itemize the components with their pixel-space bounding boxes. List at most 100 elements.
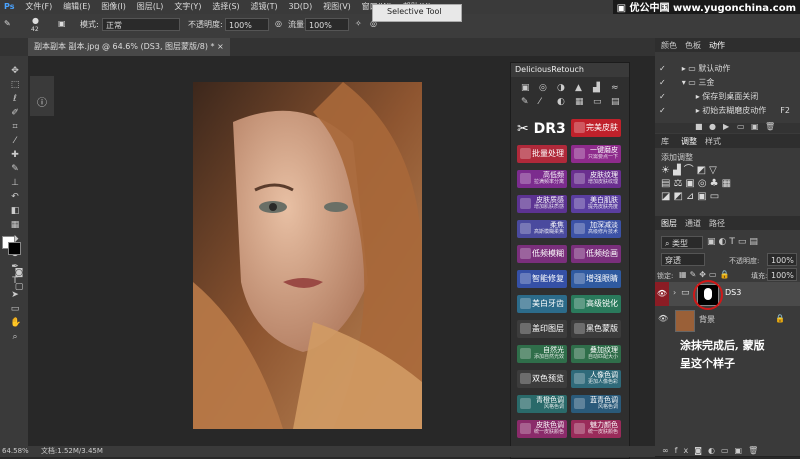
hue-icon[interactable]: ▤	[661, 178, 673, 189]
filter-type-icon[interactable]: T	[729, 237, 738, 247]
brush-panel-icon[interactable]: ▣	[58, 19, 66, 28]
menu-select[interactable]: 选择(S)	[208, 0, 243, 14]
retouch-button[interactable]: 低频绘画	[571, 245, 621, 263]
blend-mode-select[interactable]: 穿透	[661, 253, 705, 266]
add-mask-icon[interactable]: ◙	[694, 446, 708, 455]
menu-filter[interactable]: 滤镜(T)	[247, 0, 282, 14]
lasso-tool-icon[interactable]: ℓ	[10, 94, 20, 104]
crop-tool-icon[interactable]: ⌗	[10, 122, 20, 132]
hand-tool-icon[interactable]: ✋	[10, 318, 21, 328]
retouch-button[interactable]: 蓝青色调 风格色调	[571, 395, 621, 413]
play-icon[interactable]: ▶	[723, 122, 729, 131]
wave-icon[interactable]: ≈	[611, 83, 619, 93]
selective-color-icon[interactable]: ▣	[697, 191, 709, 202]
levels-icon[interactable]: ▲	[575, 83, 582, 93]
retouch-button[interactable]: 青橙色调 风格色调	[517, 395, 567, 413]
tab-styles[interactable]: 样式	[705, 136, 721, 147]
gradient-icon[interactable]: ▦	[575, 97, 584, 107]
new-layer-icon[interactable]: ▣	[735, 446, 749, 455]
photo-filter-icon[interactable]: ◎	[698, 178, 710, 189]
action-row[interactable]: ✓ ▸ ▭ 默认动作	[655, 62, 800, 76]
quick-select-tool-icon[interactable]: ✐	[10, 108, 20, 118]
filter-adjust-icon[interactable]: ◐	[719, 237, 730, 247]
link-layers-icon[interactable]: ∞	[662, 446, 675, 455]
delete-action-icon[interactable]: 🗑	[765, 122, 775, 131]
fill-input[interactable]: 100%	[767, 268, 797, 281]
adjust-layer-icon[interactable]: ◐	[708, 446, 721, 455]
screen-mode-icon[interactable]: ▢	[14, 282, 24, 292]
tab-swatches[interactable]: 色板	[685, 40, 701, 51]
blend-icon[interactable]: ◐	[557, 97, 565, 107]
zoom-level[interactable]: 64.58%	[2, 447, 29, 455]
layer-row-group[interactable]: 👁 › ▭ DS3	[655, 280, 800, 310]
retouch-button[interactable]: 叠加纹理 自动匹配大小	[571, 345, 621, 363]
tab-color[interactable]: 颜色	[661, 40, 677, 51]
stamp-tool-icon[interactable]: ⊥	[10, 178, 20, 188]
histogram-icon[interactable]: ▟	[593, 83, 600, 93]
quick-mask-icon[interactable]: ◙	[14, 268, 24, 278]
gradient-tool-icon[interactable]: ▦	[10, 220, 20, 230]
brush-tool-icon[interactable]: ✎	[10, 164, 20, 174]
menu-layer[interactable]: 图层(L)	[133, 0, 168, 14]
visibility-eye-icon[interactable]: 👁	[655, 282, 669, 306]
layer-row-background[interactable]: 👁 背景 🔒	[655, 308, 800, 332]
healing-tool-icon[interactable]: ✚	[10, 150, 20, 160]
brightness-icon[interactable]: ☀	[661, 165, 673, 176]
retouch-button[interactable]: 高低频 拉满频率分离	[517, 170, 567, 188]
tab-library[interactable]: 库	[661, 136, 669, 147]
menu-file[interactable]: 文件(F)	[21, 0, 56, 14]
record-icon[interactable]: ●	[709, 122, 716, 131]
retouch-button[interactable]: 双色预览	[517, 370, 567, 388]
tab-layers[interactable]: 图层	[661, 218, 677, 229]
tab-paths[interactable]: 路径	[709, 218, 725, 229]
mode-select[interactable]: 正常	[102, 18, 180, 31]
new-action-icon[interactable]: ▣	[751, 122, 759, 131]
selective-tool-dialog[interactable]: Selective Tool	[372, 4, 462, 22]
action-row[interactable]: ✓ ▸ 初始去糊磨皮动作 F2	[655, 104, 800, 118]
lock-pixels-icon[interactable]: ▦	[679, 270, 690, 279]
retouch-button[interactable]: 美白肌肤 提亮皮肤亮度	[571, 195, 621, 213]
eraser-tool-icon[interactable]: ◧	[10, 206, 20, 216]
filter-pixel-icon[interactable]: ▣	[707, 237, 719, 247]
retouch-button[interactable]: 自然光 添加自然光效	[517, 345, 567, 363]
lock-all-icon[interactable]: 🔒	[720, 270, 733, 279]
background-color-swatch[interactable]	[8, 242, 21, 255]
tab-channels[interactable]: 通道	[685, 218, 701, 229]
filter-shape-icon[interactable]: ▭	[738, 237, 750, 247]
menu-type[interactable]: 文字(Y)	[170, 0, 205, 14]
delete-layer-icon[interactable]: 🗑	[748, 446, 764, 455]
pressure-opacity-icon[interactable]: ◎	[275, 19, 282, 28]
menu-image[interactable]: 图像(I)	[97, 0, 130, 14]
select-icon[interactable]: ▣	[521, 83, 530, 93]
opacity-input[interactable]: 100%	[225, 18, 269, 31]
curves-icon[interactable]: ⌒	[684, 165, 697, 176]
action-check-icon[interactable]: ✓	[659, 78, 666, 87]
document-tab[interactable]: 副本副本 副本.jpg @ 64.6% (DS3, 图层蒙版/8) * ×	[28, 38, 230, 56]
contrast-icon[interactable]: ◑	[557, 83, 565, 93]
new-group-icon[interactable]: ▭	[721, 446, 735, 455]
stop-icon[interactable]: ■	[695, 122, 703, 131]
pen-icon[interactable]: ✎	[521, 97, 529, 107]
retouch-button[interactable]: 美白牙齿	[517, 295, 567, 313]
group-expand-icon[interactable]: ›	[673, 288, 676, 297]
filter-smart-icon[interactable]: ▤	[749, 237, 761, 247]
vibrance-icon[interactable]: ▽	[709, 165, 720, 176]
retouch-button[interactable]: 盖印图层	[517, 320, 567, 338]
retouch-button[interactable]: 人像色调 更加人像色彩	[571, 370, 621, 388]
lock-paint-icon[interactable]: ✎	[690, 270, 700, 279]
move-tool-icon[interactable]: ✥	[10, 66, 20, 76]
gradient-map-icon[interactable]: ▭	[710, 191, 722, 202]
tab-actions[interactable]: 动作	[709, 40, 725, 51]
menu-3d[interactable]: 3D(D)	[285, 0, 317, 14]
brush-icon[interactable]: ⁄	[539, 97, 541, 107]
threshold-icon[interactable]: ⊿	[686, 191, 697, 202]
retouch-button[interactable]: 批量处理	[517, 145, 567, 163]
menu-edit[interactable]: 编辑(E)	[59, 0, 94, 14]
layer-opacity-input[interactable]: 100%	[767, 253, 797, 266]
posterize-icon[interactable]: ◩	[673, 191, 685, 202]
levels-adj-icon[interactable]: ▟	[673, 165, 684, 176]
action-check-icon[interactable]: ✓	[659, 106, 666, 115]
retouch-button[interactable]: 皮肤纹理 增加皮肤纹理	[571, 170, 621, 188]
marquee-tool-icon[interactable]: ⬚	[10, 80, 20, 90]
mixer-icon[interactable]: ♣	[710, 178, 722, 189]
